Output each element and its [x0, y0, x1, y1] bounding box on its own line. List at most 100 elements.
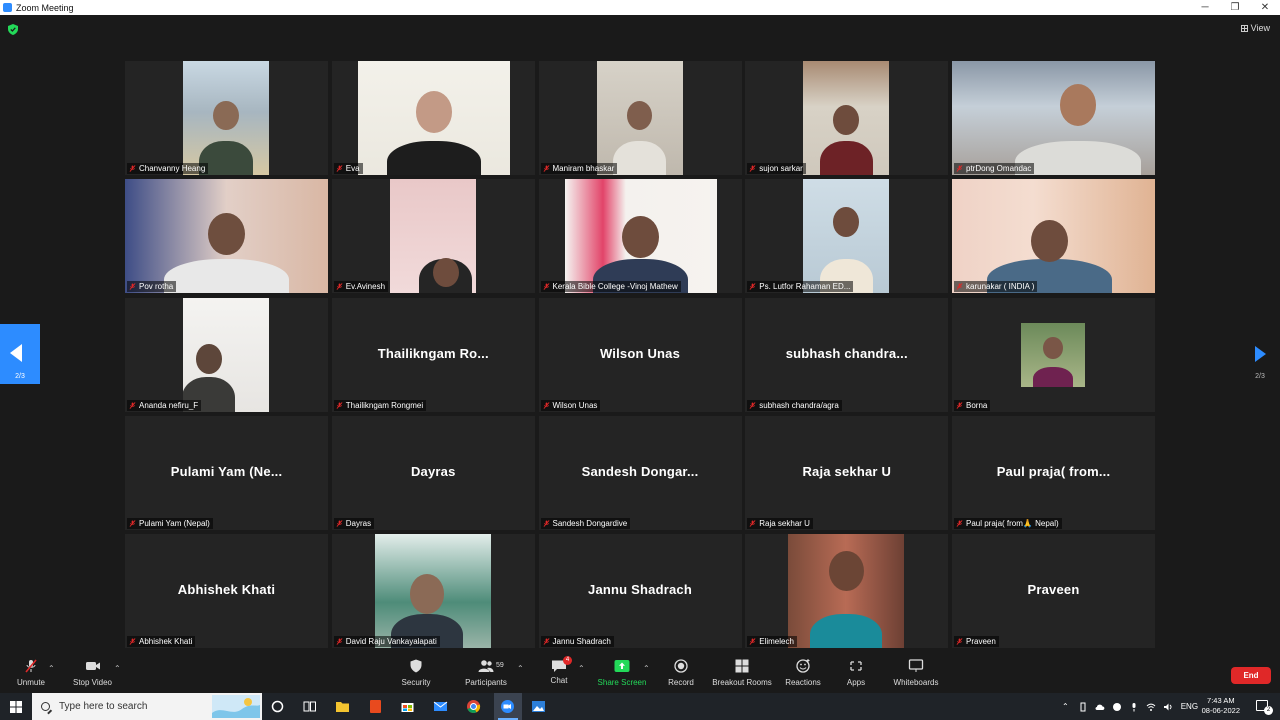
- record-button[interactable]: Record: [666, 659, 696, 687]
- participant-tile[interactable]: sujon sarkar: [745, 61, 949, 175]
- participant-name-label: Elimelech: [747, 636, 797, 647]
- participant-name: Jannu Shadrach: [552, 637, 611, 646]
- participant-display-name: Raja sekhar U: [802, 463, 892, 479]
- unmute-button[interactable]: Unmute: [12, 659, 50, 687]
- participant-tile[interactable]: Paul praja( from... Paul praja( from🙏 Nep…: [952, 415, 1155, 530]
- participant-tile[interactable]: Maniram bhaskar: [538, 61, 742, 175]
- end-meeting-button[interactable]: End: [1231, 667, 1271, 684]
- participant-tile[interactable]: David Raju Vankayalapati: [331, 534, 535, 648]
- zoom-taskbar-active[interactable]: [494, 693, 522, 720]
- participant-tile[interactable]: Pov rotha: [125, 179, 328, 294]
- previous-page-button[interactable]: 2/3: [0, 324, 40, 384]
- participant-tile[interactable]: Ev.Avinesh: [331, 179, 535, 294]
- participant-tile[interactable]: Eva: [331, 61, 535, 175]
- chat-options-chevron-icon[interactable]: ⌃: [578, 664, 585, 673]
- share-screen-label: Share Screen: [597, 678, 647, 687]
- chat-icon-wrap: 4: [551, 656, 572, 673]
- participant-tile[interactable]: Jannu Shadrach Jannu Shadrach: [538, 534, 742, 648]
- participant-video: [389, 179, 476, 294]
- security-button[interactable]: Security: [398, 659, 434, 687]
- participant-tile[interactable]: Sandesh Dongar... Sandesh Dongardive: [538, 415, 742, 530]
- breakout-rooms-label: Breakout Rooms: [712, 678, 772, 687]
- participant-display-name: Sandesh Dongar...: [581, 463, 699, 479]
- clock-time: 7:43 AM: [1207, 696, 1235, 705]
- participant-tile[interactable]: Chanvanny Heang: [125, 61, 328, 175]
- participant-video: [788, 534, 905, 648]
- muted-mic-icon: [543, 165, 549, 172]
- office-icon[interactable]: [368, 699, 383, 714]
- participant-tile[interactable]: Raja sekhar U Raja sekhar U: [745, 415, 949, 530]
- window-title: Zoom Meeting: [16, 2, 74, 13]
- wifi-icon[interactable]: [1146, 702, 1156, 712]
- participant-tile[interactable]: ptrDong Omandac: [952, 61, 1155, 175]
- microsoft-store-icon[interactable]: [400, 699, 415, 714]
- participants-button[interactable]: 59 Participants: [462, 659, 510, 687]
- view-button[interactable]: View: [1240, 23, 1270, 33]
- minimize-button[interactable]: ─: [1190, 0, 1220, 15]
- share-screen-button[interactable]: Share Screen: [597, 659, 647, 687]
- next-page-button[interactable]: 2/3: [1240, 340, 1280, 384]
- apps-button[interactable]: Apps: [843, 659, 869, 687]
- onedrive-cloud-icon[interactable]: [1095, 702, 1105, 712]
- clock-date: 08-06-2022: [1201, 706, 1240, 715]
- participant-display-name: Wilson Unas: [599, 345, 681, 361]
- participant-tile[interactable]: Borna: [952, 297, 1155, 412]
- participant-tile[interactable]: Dayras Dayras: [331, 415, 535, 530]
- mail-icon[interactable]: [433, 699, 448, 714]
- participant-name-label: Eva: [333, 163, 363, 174]
- encryption-shield-icon[interactable]: [8, 24, 18, 35]
- participant-name-label: Chanvanny Heang: [127, 163, 209, 174]
- volume-icon[interactable]: [1163, 702, 1173, 712]
- chrome-icon[interactable]: [466, 699, 481, 714]
- file-explorer-icon[interactable]: [335, 699, 350, 714]
- participant-display-name: Jannu Shadrach: [588, 582, 692, 597]
- task-view-icon[interactable]: [302, 699, 317, 714]
- participant-tile[interactable]: Praveen Praveen: [952, 534, 1155, 648]
- muted-mic-icon: [543, 638, 549, 645]
- taskbar-search-box[interactable]: Type here to search: [32, 693, 262, 720]
- photos-icon[interactable]: [531, 699, 546, 714]
- participant-tile[interactable]: Kerala Bible College -Vinoj Mathew: [538, 179, 742, 294]
- participant-name-label: Sandesh Dongardive: [540, 517, 631, 529]
- participants-options-chevron-icon[interactable]: ⌃: [517, 664, 524, 673]
- usb-icon[interactable]: [1078, 702, 1088, 712]
- microphone-tray-icon[interactable]: [1129, 702, 1139, 712]
- participant-name-label: Raja sekhar U: [747, 517, 813, 529]
- participant-tile[interactable]: karunakar ( INDIA ): [952, 179, 1155, 294]
- participant-name: Raja sekhar U: [759, 518, 810, 528]
- participant-tile[interactable]: Abhishek Khati Abhishek Khati: [125, 534, 328, 648]
- participant-face: [833, 207, 860, 238]
- audio-options-chevron-icon[interactable]: ⌃: [48, 664, 55, 673]
- muted-mic-icon: [336, 638, 343, 645]
- participant-tile[interactable]: subhash chandra... subhash chandra/agra: [745, 297, 949, 412]
- participant-tile[interactable]: Ananda nefiru_F: [125, 297, 328, 412]
- share-options-chevron-icon[interactable]: ⌃: [643, 664, 650, 673]
- video-options-chevron-icon[interactable]: ⌃: [114, 664, 121, 673]
- participant-tile[interactable]: Ps. Lutfor Rahaman ED...: [745, 179, 949, 294]
- windows-logo-icon: [10, 700, 22, 713]
- close-button[interactable]: ✕: [1250, 0, 1280, 15]
- muted-mic-icon: [336, 283, 343, 291]
- taskbar-clock[interactable]: 7:43 AM 08-06-2022: [1202, 696, 1240, 716]
- participant-tile[interactable]: Elimelech: [745, 534, 949, 648]
- chat-button[interactable]: 4 Chat: [548, 656, 572, 685]
- breakout-rooms-button[interactable]: Breakout Rooms: [712, 659, 772, 687]
- whiteboards-button[interactable]: Whiteboards: [890, 659, 942, 687]
- participant-tile[interactable]: Wilson Unas Wilson Unas: [538, 297, 742, 412]
- muted-mic-icon: [543, 401, 549, 409]
- tray-overflow-chevron-icon[interactable]: ⌃: [1062, 702, 1069, 711]
- participant-video: [596, 61, 683, 175]
- participant-name-label: subhash chandra/agra: [747, 399, 842, 411]
- cortana-icon[interactable]: [270, 699, 285, 714]
- reactions-button[interactable]: Reactions: [785, 659, 821, 687]
- start-button[interactable]: [0, 693, 32, 720]
- zoom-tray-icon[interactable]: [1112, 702, 1122, 712]
- stop-video-button[interactable]: Stop Video: [70, 659, 115, 687]
- meeting-toolbar: Unmute ⌃ Stop Video ⌃ Security 59 Partic…: [0, 655, 1280, 693]
- participant-tile[interactable]: Thailikngam Ro... Thailikngam Rongmei: [331, 297, 535, 412]
- maximize-button[interactable]: ❐: [1220, 0, 1250, 15]
- participants-count: 59: [496, 662, 504, 669]
- participant-tile[interactable]: Pulami Yam (Ne... Pulami Yam (Nepal): [125, 415, 328, 530]
- language-indicator[interactable]: ENG: [1181, 702, 1198, 711]
- notification-center-icon[interactable]: 2: [1256, 700, 1273, 715]
